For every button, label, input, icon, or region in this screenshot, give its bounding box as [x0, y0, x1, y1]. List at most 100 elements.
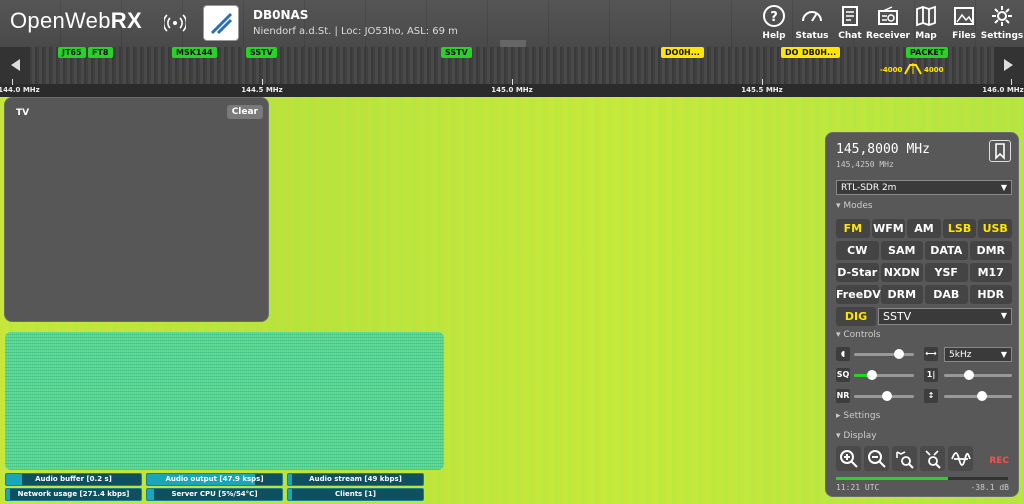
- tick-label: 146.0 MHz: [982, 86, 1024, 94]
- bandwidth-low: -4000: [880, 66, 903, 74]
- tick: [762, 79, 763, 85]
- controls-section-toggle[interactable]: ▾ Controls: [836, 330, 881, 340]
- zoom-to-band-button[interactable]: [892, 446, 917, 471]
- mode-button-sam[interactable]: SAM: [880, 241, 923, 260]
- bandwidth-select[interactable]: 5kHz ▼: [944, 347, 1012, 362]
- tick-label: 144.0 MHz: [0, 86, 40, 94]
- nav-chat[interactable]: Chat: [829, 3, 871, 41]
- nav-help[interactable]: ? Help: [753, 3, 795, 41]
- marker-do[interactable]: DO: [781, 47, 803, 58]
- network-usage-bar: Network usage [271.4 kbps]: [5, 488, 142, 501]
- dig-mode-button[interactable]: DIG: [836, 307, 876, 326]
- modes-section-toggle[interactable]: ▾ Modes: [836, 201, 873, 211]
- zoom-in-icon: [839, 449, 858, 468]
- settings-section-toggle[interactable]: ▸ Settings: [836, 411, 880, 421]
- mode-button-m17[interactable]: M17: [969, 263, 1012, 282]
- mode-button-dstar[interactable]: D-Star: [836, 263, 879, 282]
- nav-settings[interactable]: Settings: [981, 3, 1023, 41]
- help-icon: ?: [763, 5, 785, 27]
- mode-button-hdr[interactable]: HDR: [969, 285, 1012, 304]
- noise-reduction-slider[interactable]: [854, 391, 914, 401]
- noise-reduction-label: NR: [836, 389, 850, 403]
- marker-do0h[interactable]: DO0H...: [661, 47, 704, 58]
- marker-sstv-1[interactable]: SSTV: [246, 47, 277, 58]
- passband-marker-icon[interactable]: [904, 63, 922, 75]
- mode-button-am[interactable]: AM: [907, 219, 941, 238]
- marker-jt65[interactable]: JT65: [58, 47, 86, 58]
- mode-button-drm[interactable]: DRM: [880, 285, 923, 304]
- s-meter: [836, 477, 1008, 480]
- zoom-band-icon: [895, 450, 914, 469]
- display-section-toggle[interactable]: ▾ Display: [836, 431, 877, 441]
- gear-icon: [992, 6, 1012, 26]
- autotune-button[interactable]: [948, 446, 973, 471]
- mode-button-lsb[interactable]: LSB: [942, 219, 977, 238]
- record-button[interactable]: REC: [989, 456, 1009, 466]
- clear-button[interactable]: Clear: [226, 105, 263, 119]
- tick: [262, 79, 263, 85]
- volume-slider[interactable]: [854, 349, 914, 359]
- marker-msk144[interactable]: MSK144: [172, 47, 217, 58]
- chat-icon: [842, 6, 858, 26]
- zoom-to-signal-button[interactable]: [920, 446, 945, 471]
- audio-buffer-bar: Audio buffer [0.2 s]: [5, 473, 142, 486]
- mode-button-usb[interactable]: USB: [978, 219, 1012, 238]
- profile-select[interactable]: RTL-SDR 2m ▼: [836, 180, 1012, 195]
- nav-receiver[interactable]: Receiver: [866, 3, 910, 41]
- bookmark-button[interactable]: [989, 140, 1011, 162]
- squelch-slider[interactable]: [854, 370, 914, 380]
- mode-button-data[interactable]: DATA: [925, 241, 968, 260]
- marker-ft8[interactable]: FT8: [88, 47, 113, 58]
- receiver-name: DB0NAS: [253, 8, 309, 22]
- digital-mode-select[interactable]: SSTV ▼: [878, 308, 1012, 325]
- mode-button-freedv[interactable]: FreeDV: [836, 285, 881, 304]
- nav-status[interactable]: Status: [791, 3, 833, 41]
- tv-panel: TV Clear: [4, 97, 269, 322]
- audio-gain-icon: ↕: [924, 389, 938, 403]
- clients-bar: Clients [1]: [287, 488, 424, 501]
- gauge-icon: [802, 11, 822, 22]
- map-icon: [916, 5, 936, 27]
- marker-packet[interactable]: PACKET: [906, 47, 949, 58]
- brand-logo[interactable]: OpenWebRX: [10, 8, 142, 34]
- volume-icon[interactable]: ◖: [836, 347, 850, 361]
- radio-icon: [878, 6, 898, 25]
- zoom-in-button[interactable]: [836, 446, 861, 471]
- frequency-scale[interactable]: JT65 FT8 MSK144 SSTV SSTV DO0H... DB0H..…: [0, 47, 1024, 97]
- tick-label: 144.5 MHz: [241, 86, 283, 94]
- marker-sstv-2[interactable]: SSTV: [441, 47, 472, 58]
- squelch-label: SQ: [836, 368, 850, 382]
- mode-button-fm[interactable]: FM: [836, 219, 870, 238]
- mode-button-dmr[interactable]: DMR: [969, 241, 1012, 260]
- top-bar: OpenWebRX DB0NAS Niendorf a.d.St. | Loc:…: [0, 0, 1024, 47]
- mode-button-wfm[interactable]: WFM: [871, 219, 906, 238]
- frequency-display[interactable]: 145,8000 MHz: [836, 142, 930, 157]
- offset-frequency: 145,4250 MHz: [836, 160, 894, 169]
- nav-map[interactable]: Map: [905, 3, 947, 41]
- utc-clock: 11:21 UTC: [836, 483, 880, 492]
- mode-button-dab[interactable]: DAB: [925, 285, 968, 304]
- nav-files[interactable]: Files: [943, 3, 985, 41]
- scroll-right-icon[interactable]: [1000, 57, 1016, 73]
- agc-slider[interactable]: [944, 370, 1012, 380]
- marker-db0h[interactable]: DB0H...: [798, 47, 841, 58]
- mode-button-nxdn[interactable]: NXDN: [880, 263, 923, 282]
- zoom-out-button[interactable]: [864, 446, 889, 471]
- tick-label: 145.0 MHz: [491, 86, 533, 94]
- signal-level: -38.1 dB: [970, 483, 1009, 492]
- signal-wave-icon: [164, 14, 186, 32]
- scroll-left-icon[interactable]: [8, 57, 24, 73]
- receiver-avatar-icon[interactable]: [203, 5, 239, 41]
- tick-label: 145.5 MHz: [741, 86, 783, 94]
- panel-toggle-tab[interactable]: [500, 40, 526, 47]
- receiver-location: Niendorf a.d.St. | Loc: JO53ho, ASL: 69 …: [253, 26, 458, 37]
- zoom-signal-icon: [924, 449, 941, 469]
- mode-button-ysf[interactable]: YSF: [925, 263, 968, 282]
- bookmark-icon: [995, 143, 1005, 160]
- zoom-out-icon: [867, 449, 886, 468]
- audio-output-bar: Audio output [47.9 ksps]: [146, 473, 283, 486]
- mode-button-cw[interactable]: CW: [836, 241, 879, 260]
- waveform-icon: [950, 451, 971, 466]
- audio-gain-slider[interactable]: [944, 391, 1012, 401]
- bandwidth-icon: ⟷: [924, 347, 938, 361]
